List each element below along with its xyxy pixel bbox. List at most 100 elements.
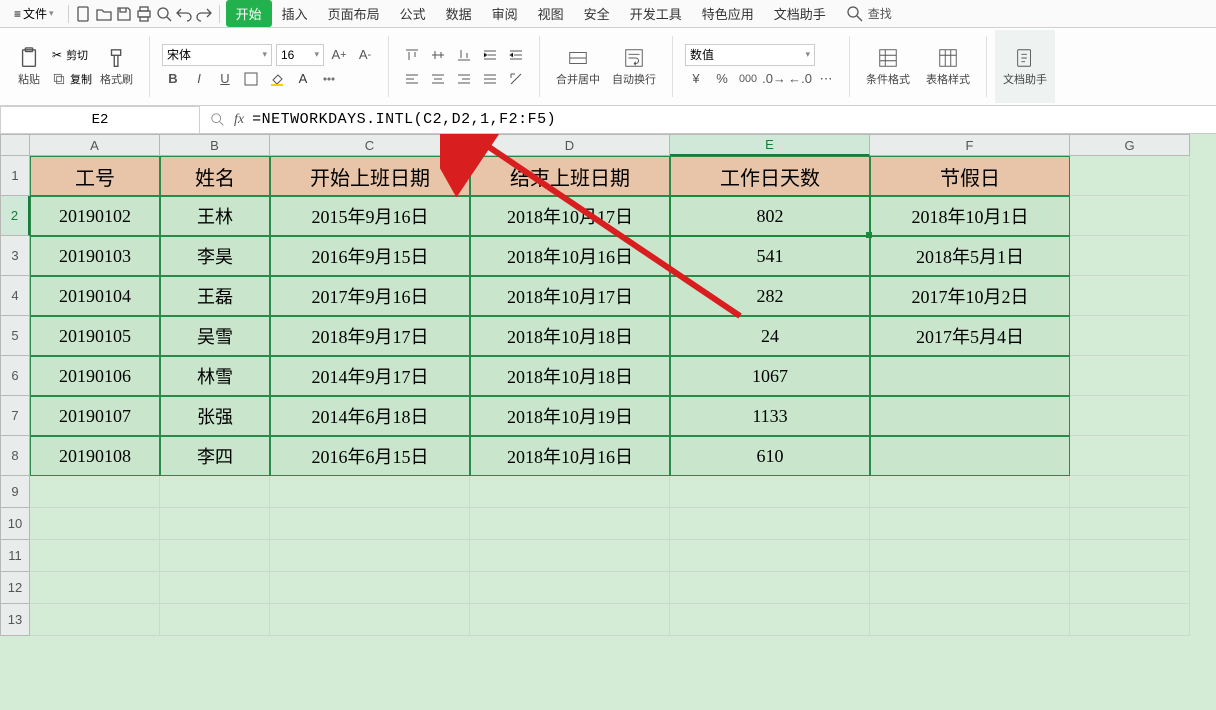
col-header-G[interactable]: G bbox=[1070, 134, 1190, 156]
new-doc-icon[interactable] bbox=[75, 5, 93, 23]
cell-E2[interactable]: 802 bbox=[670, 196, 870, 236]
row-header-5[interactable]: 5 bbox=[0, 316, 30, 356]
cell-G11[interactable] bbox=[1070, 540, 1190, 572]
comma-button[interactable]: 000 bbox=[737, 69, 759, 89]
auto-wrap-button[interactable]: 自动换行 bbox=[608, 45, 660, 89]
more-font-button[interactable] bbox=[318, 69, 340, 89]
cell-B2[interactable]: 王林 bbox=[160, 196, 270, 236]
cell-F10[interactable] bbox=[870, 508, 1070, 540]
cell-D2[interactable]: 2018年10月17日 bbox=[470, 196, 670, 236]
font-name-select[interactable]: 宋体▾ bbox=[162, 44, 272, 66]
align-center-button[interactable] bbox=[427, 69, 449, 89]
cell-G4[interactable] bbox=[1070, 276, 1190, 316]
cell-F2[interactable]: 2018年10月1日 bbox=[870, 196, 1070, 236]
increase-indent-button[interactable] bbox=[479, 45, 501, 65]
cell-F5[interactable]: 2017年5月4日 bbox=[870, 316, 1070, 356]
row-header-12[interactable]: 12 bbox=[0, 572, 30, 604]
border-button[interactable] bbox=[240, 69, 262, 89]
decrease-decimal-button[interactable]: ←.0 bbox=[789, 69, 811, 89]
justify-button[interactable] bbox=[479, 69, 501, 89]
copy-button[interactable]: 复制 bbox=[52, 68, 92, 90]
print-preview-icon[interactable] bbox=[155, 5, 173, 23]
cell-E6[interactable]: 1067 bbox=[670, 356, 870, 396]
font-color-button[interactable]: A bbox=[292, 69, 314, 89]
cell-B11[interactable] bbox=[160, 540, 270, 572]
menu-tab-1[interactable]: 插入 bbox=[272, 0, 318, 27]
cell-G12[interactable] bbox=[1070, 572, 1190, 604]
more-number-button[interactable]: ⋯ bbox=[815, 69, 837, 89]
cell-G2[interactable] bbox=[1070, 196, 1190, 236]
menu-tab-5[interactable]: 审阅 bbox=[482, 0, 528, 27]
cell-G3[interactable] bbox=[1070, 236, 1190, 276]
cell-E12[interactable] bbox=[670, 572, 870, 604]
cell-A3[interactable]: 20190103 bbox=[30, 236, 160, 276]
bold-button[interactable]: B bbox=[162, 69, 184, 89]
cell-A6[interactable]: 20190106 bbox=[30, 356, 160, 396]
col-header-B[interactable]: B bbox=[160, 134, 270, 156]
cell-B7[interactable]: 张强 bbox=[160, 396, 270, 436]
col-header-F[interactable]: F bbox=[870, 134, 1070, 156]
underline-button[interactable]: U bbox=[214, 69, 236, 89]
cell-G10[interactable] bbox=[1070, 508, 1190, 540]
menu-tab-6[interactable]: 视图 bbox=[528, 0, 574, 27]
menu-tab-8[interactable]: 开发工具 bbox=[620, 0, 692, 27]
row-header-4[interactable]: 4 bbox=[0, 276, 30, 316]
currency-button[interactable]: ¥ bbox=[685, 69, 707, 89]
cell-B1[interactable]: 姓名 bbox=[160, 156, 270, 196]
menu-tab-2[interactable]: 页面布局 bbox=[318, 0, 390, 27]
cell-D5[interactable]: 2018年10月18日 bbox=[470, 316, 670, 356]
col-header-E[interactable]: E bbox=[670, 134, 870, 156]
cell-E8[interactable]: 610 bbox=[670, 436, 870, 476]
menu-tab-9[interactable]: 特色应用 bbox=[692, 0, 764, 27]
spreadsheet-grid[interactable]: ABCDEFG 12345678910111213 工号姓名开始上班日期结束上班… bbox=[0, 134, 1216, 710]
cell-F7[interactable] bbox=[870, 396, 1070, 436]
row-header-3[interactable]: 3 bbox=[0, 236, 30, 276]
cell-C2[interactable]: 2015年9月16日 bbox=[270, 196, 470, 236]
table-format-button[interactable]: 表格样式 bbox=[922, 45, 974, 89]
align-top-button[interactable] bbox=[401, 45, 423, 65]
open-icon[interactable] bbox=[95, 5, 113, 23]
cell-C9[interactable] bbox=[270, 476, 470, 508]
redo-icon[interactable] bbox=[195, 5, 213, 23]
cell-B5[interactable]: 吴雪 bbox=[160, 316, 270, 356]
cell-C1[interactable]: 开始上班日期 bbox=[270, 156, 470, 196]
cell-C7[interactable]: 2014年6月18日 bbox=[270, 396, 470, 436]
cell-D11[interactable] bbox=[470, 540, 670, 572]
align-right-button[interactable] bbox=[453, 69, 475, 89]
cell-E10[interactable] bbox=[670, 508, 870, 540]
cell-E4[interactable]: 282 bbox=[670, 276, 870, 316]
cell-G8[interactable] bbox=[1070, 436, 1190, 476]
cell-C11[interactable] bbox=[270, 540, 470, 572]
increase-font-button[interactable]: A+ bbox=[328, 45, 350, 65]
cell-D1[interactable]: 结束上班日期 bbox=[470, 156, 670, 196]
cell-B10[interactable] bbox=[160, 508, 270, 540]
cell-C6[interactable]: 2014年9月17日 bbox=[270, 356, 470, 396]
cell-B4[interactable]: 王磊 bbox=[160, 276, 270, 316]
cell-D6[interactable]: 2018年10月18日 bbox=[470, 356, 670, 396]
cell-A4[interactable]: 20190104 bbox=[30, 276, 160, 316]
cell-A10[interactable] bbox=[30, 508, 160, 540]
cell-E5[interactable]: 24 bbox=[670, 316, 870, 356]
cell-B8[interactable]: 李四 bbox=[160, 436, 270, 476]
cell-C12[interactable] bbox=[270, 572, 470, 604]
col-header-C[interactable]: C bbox=[270, 134, 470, 156]
cell-C8[interactable]: 2016年6月15日 bbox=[270, 436, 470, 476]
cell-E13[interactable] bbox=[670, 604, 870, 636]
font-size-select[interactable]: 16▾ bbox=[276, 44, 324, 66]
cell-B12[interactable] bbox=[160, 572, 270, 604]
cell-F4[interactable]: 2017年10月2日 bbox=[870, 276, 1070, 316]
cell-C4[interactable]: 2017年9月16日 bbox=[270, 276, 470, 316]
cell-A2[interactable]: 20190102 bbox=[30, 196, 160, 236]
cond-format-button[interactable]: 条件格式 bbox=[862, 45, 914, 89]
italic-button[interactable]: I bbox=[188, 69, 210, 89]
cell-C5[interactable]: 2018年9月17日 bbox=[270, 316, 470, 356]
fill-color-button[interactable] bbox=[266, 69, 288, 89]
row-header-7[interactable]: 7 bbox=[0, 396, 30, 436]
cell-E9[interactable] bbox=[670, 476, 870, 508]
select-all-corner[interactable] bbox=[0, 134, 30, 156]
zoom-icon[interactable] bbox=[210, 112, 226, 128]
format-painter-button[interactable]: 格式刷 bbox=[96, 44, 137, 90]
cell-G6[interactable] bbox=[1070, 356, 1190, 396]
row-header-11[interactable]: 11 bbox=[0, 540, 30, 572]
cell-B13[interactable] bbox=[160, 604, 270, 636]
